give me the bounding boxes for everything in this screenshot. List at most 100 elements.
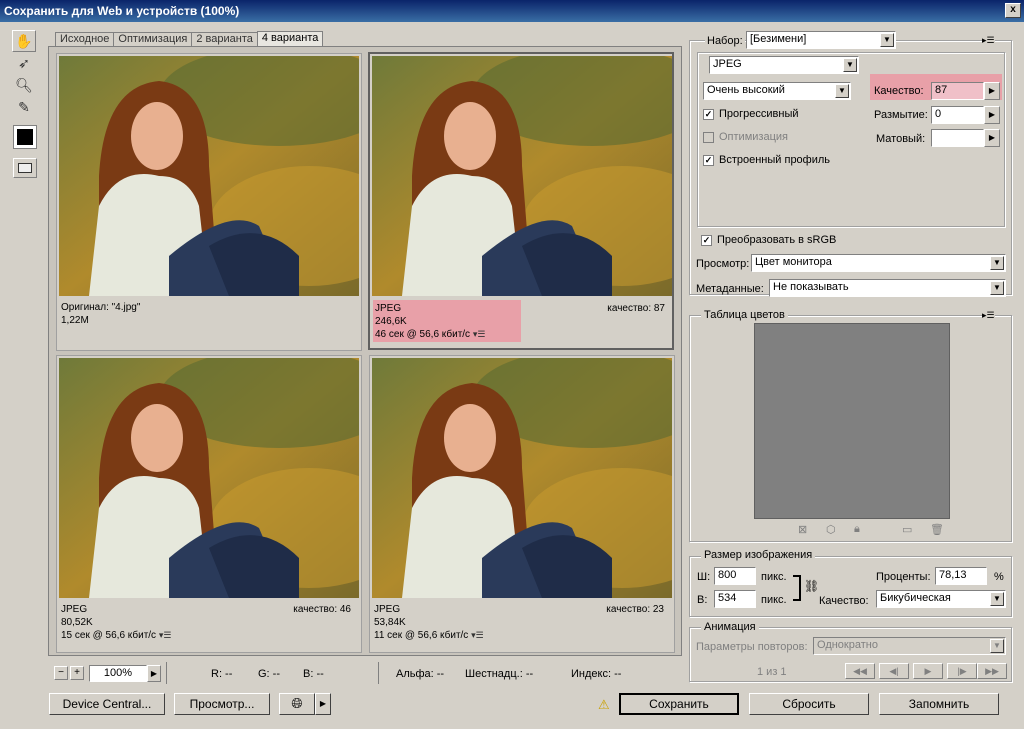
reset-button[interactable]: Сбросить — [749, 693, 869, 715]
new-color-icon[interactable]: ▭ — [902, 523, 912, 536]
preset-dropdown[interactable]: [Безимени] ▼ — [746, 31, 896, 49]
quality-input[interactable]: 87 — [931, 82, 984, 100]
hand-tool-icon[interactable]: ✋ — [12, 30, 36, 52]
pane-line3: 46 сек @ 56,6 кбит/с — [375, 329, 471, 340]
resample-dropdown[interactable]: Бикубическая ▼ — [876, 590, 1006, 608]
preview-image — [372, 56, 672, 296]
progressive-label: Прогрессивный — [719, 108, 799, 120]
slice-select-tool-icon[interactable]: ➶ — [12, 53, 36, 75]
window-title: Сохранить для Web и устройств (100%) — [0, 0, 1024, 22]
quality-label: Качество: — [874, 85, 924, 97]
close-button[interactable]: x — [1005, 3, 1021, 18]
resample-label: Качество: — [819, 595, 869, 607]
preview-pane-original[interactable]: Оригинал: "4.jpg" 1,22M — [56, 53, 362, 351]
zoom-out-button[interactable]: − — [54, 666, 68, 680]
preview-pane-4[interactable]: JPEG 53,84K 11 сек @ 56,6 кбит/с ▾☰ каче… — [369, 355, 675, 653]
browser-dropdown-arrow-icon[interactable]: ▶ — [315, 693, 331, 715]
preview-label: Просмотр: — [696, 258, 750, 270]
pane-line2: 80,52K — [61, 617, 93, 628]
lock-color-icon[interactable]: 🔒︎ — [854, 523, 860, 536]
color-table-menu-icon[interactable]: ▸☰ — [982, 310, 995, 321]
first-frame-icon[interactable]: ◀◀ — [845, 663, 875, 679]
chevron-down-icon: ▼ — [835, 84, 849, 98]
trash-icon[interactable]: 🗑︎ — [930, 523, 944, 536]
matte-label: Матовый: — [876, 133, 926, 145]
height-label: В: — [697, 594, 708, 606]
icc-label: Встроенный профиль — [719, 154, 831, 166]
tab-2-up[interactable]: 2 варианта — [191, 32, 258, 46]
compression-value: Очень высокий — [707, 84, 785, 96]
width-input[interactable]: 800 — [714, 567, 756, 585]
metadata-dropdown[interactable]: Не показывать ▼ — [769, 279, 1006, 297]
web-shift-icon[interactable]: ⬡ — [826, 523, 836, 536]
preview-dropdown[interactable]: Цвет монитора ▼ — [751, 254, 1006, 272]
pane-menu-icon[interactable]: ▾☰ — [471, 630, 484, 640]
srgb-checkbox[interactable]: ✓ — [701, 235, 712, 246]
chain-link-icon[interactable]: ⛓ — [804, 579, 819, 593]
zoom-tool-icon[interactable]: 🔍︎ — [12, 75, 36, 97]
eyedropper-color-swatch[interactable] — [13, 125, 37, 149]
tab-optimized[interactable]: Оптимизация — [113, 32, 193, 46]
tab-4-up[interactable]: 4 варианта — [256, 31, 324, 46]
last-frame-icon[interactable]: ▶▶ — [977, 663, 1007, 679]
color-table-swatches — [754, 323, 950, 519]
matte-swatch[interactable] — [931, 129, 984, 147]
remember-button[interactable]: Запомнить — [879, 693, 999, 715]
width-label: Ш: — [697, 571, 711, 583]
preview-button[interactable]: Просмотр... — [174, 693, 270, 715]
save-button[interactable]: Сохранить — [619, 693, 739, 715]
preview-pane-3[interactable]: JPEG 80,52K 15 сек @ 56,6 кбит/с ▾☰ каче… — [56, 355, 362, 653]
preview-image — [372, 358, 672, 598]
format-dropdown[interactable]: JPEG ▼ — [709, 56, 859, 74]
status-index: Индекс: -- — [571, 668, 622, 680]
image-size-title: Размер изображения — [701, 549, 816, 561]
zoom-level-field[interactable]: 100% — [89, 665, 147, 682]
status-r: R: -- — [211, 668, 233, 680]
preview-value: Цвет монитора — [755, 256, 832, 268]
eyedropper-tool-icon[interactable]: ✎ — [12, 97, 36, 119]
color-table-title: Таблица цветов — [701, 309, 788, 321]
toggle-slices-icon[interactable] — [13, 158, 37, 178]
browser-icon[interactable]: 🌐︎ — [279, 693, 315, 715]
blur-slider-arrow-icon[interactable]: ▶ — [984, 106, 1000, 124]
loop-dropdown[interactable]: Однократно ▼ — [813, 637, 1006, 655]
pane-line2: 53,84K — [374, 617, 406, 628]
matte-arrow-icon[interactable]: ▶ — [984, 129, 1000, 147]
pane-menu-icon[interactable]: ▾☰ — [473, 329, 486, 339]
frame-counter: 1 из 1 — [757, 666, 787, 678]
srgb-label: Преобразовать в sRGB — [717, 234, 837, 246]
icc-checkbox[interactable]: ✓ — [703, 155, 714, 166]
progressive-checkbox[interactable]: ✓ — [703, 109, 714, 120]
image-size-group — [689, 556, 1013, 618]
preview-image — [59, 56, 359, 296]
tab-original[interactable]: Исходное — [55, 32, 115, 46]
loop-label: Параметры повторов: — [696, 641, 808, 653]
map-color-icon[interactable]: ⊠ — [798, 523, 807, 536]
zoom-dropdown-arrow-icon[interactable]: ▶ — [147, 665, 161, 682]
zoom-in-button[interactable]: + — [70, 666, 84, 680]
constrain-bracket — [793, 575, 801, 601]
pane-quality: качество: 46 — [293, 604, 351, 615]
preset-label: Набор: — [705, 35, 745, 47]
pane-line2: 1,22M — [61, 315, 89, 326]
prev-frame-icon[interactable]: ◀| — [879, 663, 909, 679]
preview-pane-selected[interactable]: JPEG 246,6K 46 сек @ 56,6 кбит/с ▾☰ каче… — [368, 52, 674, 350]
quality-slider-arrow-icon[interactable]: ▶ — [984, 82, 1000, 100]
blur-input[interactable]: 0 — [931, 106, 984, 124]
optimized-label: Оптимизация — [719, 131, 788, 143]
pane-line3: 11 сек @ 56,6 кбит/с — [374, 630, 469, 641]
chevron-down-icon: ▼ — [843, 58, 857, 72]
device-central-button[interactable]: Device Central... — [49, 693, 165, 715]
percent-input[interactable]: 78,13 — [935, 567, 987, 585]
compression-dropdown[interactable]: Очень высокий ▼ — [703, 82, 851, 100]
status-divider — [378, 662, 379, 684]
play-icon[interactable]: ▶ — [913, 663, 943, 679]
pane-menu-icon[interactable]: ▾☰ — [159, 630, 172, 640]
optimize-menu-icon[interactable]: ▸☰ — [982, 35, 995, 46]
height-input[interactable]: 534 — [714, 590, 756, 608]
pane-quality: качество: 23 — [606, 604, 664, 615]
percent-label: Проценты: — [876, 571, 931, 583]
preset-value: [Безимени] — [750, 33, 807, 45]
optimized-checkbox[interactable] — [703, 132, 714, 143]
next-frame-icon[interactable]: |▶ — [947, 663, 977, 679]
